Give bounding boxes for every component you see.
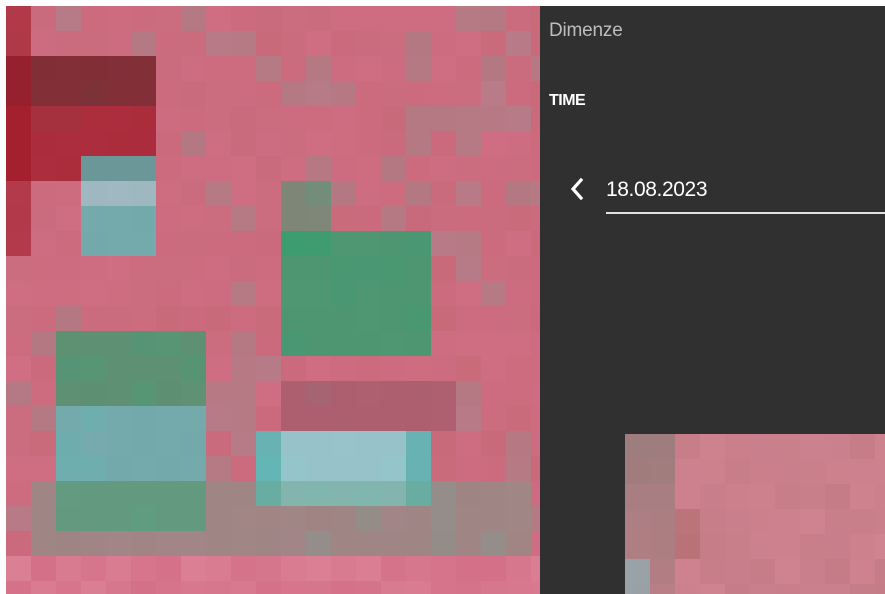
chevron-left-icon[interactable] — [568, 176, 586, 202]
layer-preview-thumbnail[interactable] — [625, 434, 885, 594]
date-field[interactable]: 18.08.2023 — [606, 170, 885, 214]
dimension-label: TIME — [549, 92, 586, 109]
dimension-panel: Dimenze TIME 18.08.2023 — [540, 6, 885, 594]
date-value: 18.08.2023 — [606, 178, 708, 201]
map-view[interactable] — [6, 6, 540, 594]
raster-layer — [6, 6, 540, 594]
date-selector: 18.08.2023 — [568, 170, 885, 216]
thumbnail-raster — [625, 434, 885, 594]
panel-title: Dimenze — [549, 20, 623, 41]
